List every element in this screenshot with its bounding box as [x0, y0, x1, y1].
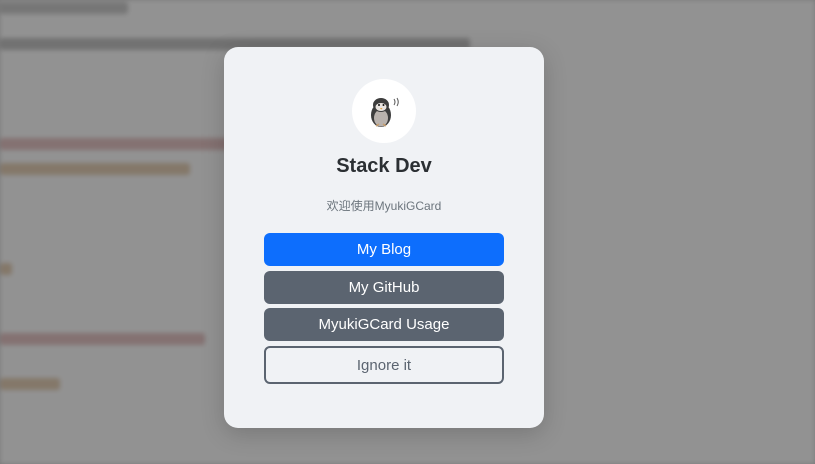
card-subtitle: 欢迎使用MyukiGCard — [326, 199, 442, 213]
ignore-button[interactable]: Ignore it — [264, 346, 504, 384]
card-title: Stack Dev — [336, 155, 432, 177]
my-github-button[interactable]: My GitHub — [264, 271, 504, 304]
penguin-icon — [371, 97, 399, 127]
profile-card: Stack Dev 欢迎使用MyukiGCard My Blog My GitH… — [224, 47, 544, 428]
my-blog-button[interactable]: My Blog — [264, 233, 504, 266]
avatar — [352, 79, 416, 143]
usage-button[interactable]: MyukiGCard Usage — [264, 308, 504, 341]
